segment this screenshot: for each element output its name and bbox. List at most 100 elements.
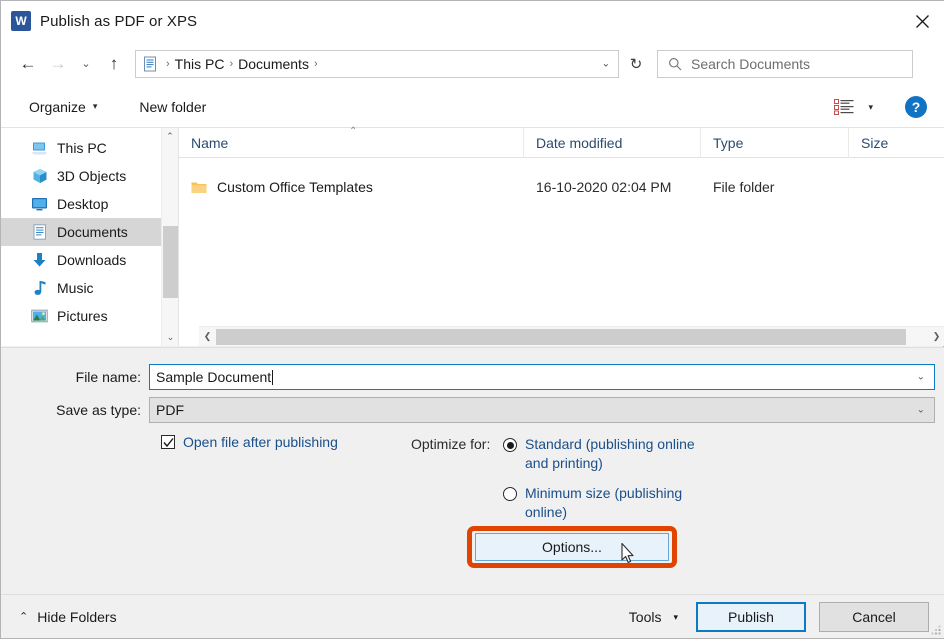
scrollbar-thumb[interactable] [216, 328, 906, 345]
recent-locations-button[interactable]: ⌄ [73, 48, 99, 80]
help-button[interactable]: ? [905, 96, 927, 118]
documents-icon [31, 224, 48, 241]
file-name-input[interactable]: Sample Document ⌄ [149, 364, 935, 390]
radio-label: Standard (publishing online and printing… [525, 436, 695, 471]
column-header-date-modified[interactable]: Date modified [524, 127, 701, 158]
word-icon: W [11, 11, 31, 31]
breadcrumb-dropdown-chevron-down-icon[interactable]: ⌄ [602, 58, 610, 69]
scroll-up-chevron-up-icon[interactable]: ⌃ [162, 128, 178, 145]
file-name-row: File name: Sample Document ⌄ [1, 364, 935, 390]
chevron-down-icon[interactable]: ⌄ [917, 372, 925, 383]
chevron-down-icon[interactable]: ⌄ [917, 405, 925, 416]
sidebar-item-label: This PC [57, 140, 107, 156]
cell-name: Custom Office Templates [179, 179, 524, 195]
breadcrumb-separator: › [166, 57, 170, 70]
column-header-name[interactable]: Name ⌃ [179, 125, 524, 158]
sidebar-vertical-scrollbar[interactable]: ⌃ ⌄ [161, 128, 178, 346]
desktop-icon [31, 196, 48, 213]
folder-icon [191, 182, 207, 193]
save-as-type-label: Save as type: [56, 402, 141, 418]
sidebar-item-this-pc[interactable]: This PC [1, 134, 178, 162]
downloads-icon [31, 252, 48, 269]
sidebar-item-music[interactable]: Music [1, 274, 178, 302]
this-pc-icon [31, 140, 48, 157]
organize-label: Organize [29, 98, 86, 115]
scroll-down-chevron-down-icon[interactable]: ⌄ [162, 329, 178, 346]
sidebar-item-downloads[interactable]: Downloads [1, 246, 178, 274]
sidebar-item-label: Music [57, 280, 94, 296]
chevron-up-icon: ⌃ [19, 611, 29, 623]
hide-folders-label: Hide Folders [37, 608, 117, 625]
view-layout-icon[interactable] [834, 99, 854, 115]
breadcrumb[interactable]: › This PC › Documents › ⌄ [135, 49, 619, 78]
resize-grip-icon[interactable] [930, 624, 942, 636]
file-name-value: Sample Document [156, 369, 272, 385]
radio-option-standard[interactable]: Standard (publishing online and printing… [503, 435, 695, 473]
breadcrumb-separator-2: › [229, 57, 234, 70]
file-list: Name ⌃ Date modified Type Size Custom Of… [178, 125, 944, 346]
search-input[interactable]: Search Documents [691, 56, 810, 72]
new-folder-button[interactable]: New folder [133, 94, 212, 120]
refresh-icon: ↻ [629, 55, 643, 73]
scrollbar-track[interactable] [216, 328, 928, 346]
column-header-size[interactable]: Size [849, 128, 929, 158]
table-row[interactable]: Custom Office Templates 16-10-2020 02:04… [179, 170, 944, 204]
documents-icon [144, 56, 156, 71]
options-button[interactable]: Options... [475, 533, 669, 561]
sidebar-item-desktop[interactable]: Desktop [1, 190, 178, 218]
file-name-label: Custom Office Templates [217, 179, 373, 195]
file-name-label: File name: [75, 369, 141, 385]
checkbox-box[interactable] [161, 435, 175, 449]
back-button[interactable]: ← [13, 48, 43, 80]
footer-buttons: Tools ▾ Publish Cancel [629, 595, 929, 639]
new-folder-label: New folder [139, 98, 207, 115]
sidebar-item-documents[interactable]: Documents [1, 218, 178, 246]
radio-option-minimum-size[interactable]: Minimum size (publishing online) [503, 484, 695, 522]
radio-button-selected[interactable] [503, 438, 517, 452]
window-title: Publish as PDF or XPS [40, 12, 198, 30]
sidebar-item-3d-objects[interactable]: 3D Objects [1, 162, 178, 190]
close-button[interactable] [899, 1, 944, 41]
breadcrumb-item-documents[interactable]: Documents [238, 56, 309, 72]
organize-button[interactable]: Organize ▾ [23, 94, 103, 120]
file-list-header: Name ⌃ Date modified Type Size [179, 125, 944, 158]
forward-button[interactable]: → [43, 48, 73, 80]
sort-ascending-icon: ⌃ [349, 125, 358, 137]
open-after-publishing-checkbox[interactable]: Open file after publishing [161, 434, 338, 450]
sidebar-item-label: Documents [57, 224, 128, 240]
search-box[interactable]: Search Documents [657, 49, 913, 78]
sidebar-item-label: Downloads [57, 252, 127, 268]
toolbar-right-group: ▾ ? [834, 86, 927, 128]
check-icon [162, 437, 174, 447]
cancel-button[interactable]: Cancel [819, 602, 929, 632]
search-icon [669, 57, 682, 70]
column-label: Size [861, 134, 889, 151]
refresh-button[interactable]: ↻ [619, 50, 653, 78]
breadcrumb-item-this-pc[interactable]: This PC [175, 56, 225, 72]
radio-dot [506, 441, 514, 449]
column-header-type[interactable]: Type [701, 127, 849, 158]
scroll-right-chevron-right-icon[interactable]: ❯ [928, 328, 944, 346]
radio-button-unselected[interactable] [503, 487, 517, 501]
sidebar-item-label: Pictures [57, 308, 108, 324]
publish-label: Publish [728, 609, 774, 625]
checkbox-label: Open file after publishing [183, 434, 338, 450]
save-as-type-select[interactable]: PDF ⌄ [149, 397, 935, 423]
sidebar-item-pictures[interactable]: Pictures [1, 302, 178, 330]
tools-label: Tools [628, 609, 662, 625]
tools-button[interactable]: Tools ▾ [629, 609, 678, 625]
view-dropdown-chevron-down-icon[interactable]: ▾ [868, 102, 873, 113]
scroll-left-chevron-left-icon[interactable]: ❮ [199, 328, 216, 346]
title-bar: W Publish as PDF or XPS [1, 1, 944, 41]
save-as-type-row: Save as type: PDF ⌄ [1, 397, 935, 423]
navigation-sidebar: This PC 3D Objects Desktop Documents Dow… [1, 128, 178, 346]
save-as-type-value: PDF [156, 402, 184, 418]
file-list-horizontal-scrollbar[interactable]: ❮ ❯ [199, 326, 944, 346]
options-label: Options... [542, 539, 602, 555]
publish-button[interactable]: Publish [696, 602, 806, 632]
scrollbar-thumb[interactable] [163, 226, 178, 298]
navigation-bar: ← → ⌄ ↑ › This PC › Documents › ⌄ ↻ Sear… [1, 41, 944, 86]
help-label: ? [911, 99, 921, 115]
up-button[interactable]: ↑ [99, 48, 129, 80]
hide-folders-button[interactable]: ⌃ Hide Folders [19, 609, 117, 625]
